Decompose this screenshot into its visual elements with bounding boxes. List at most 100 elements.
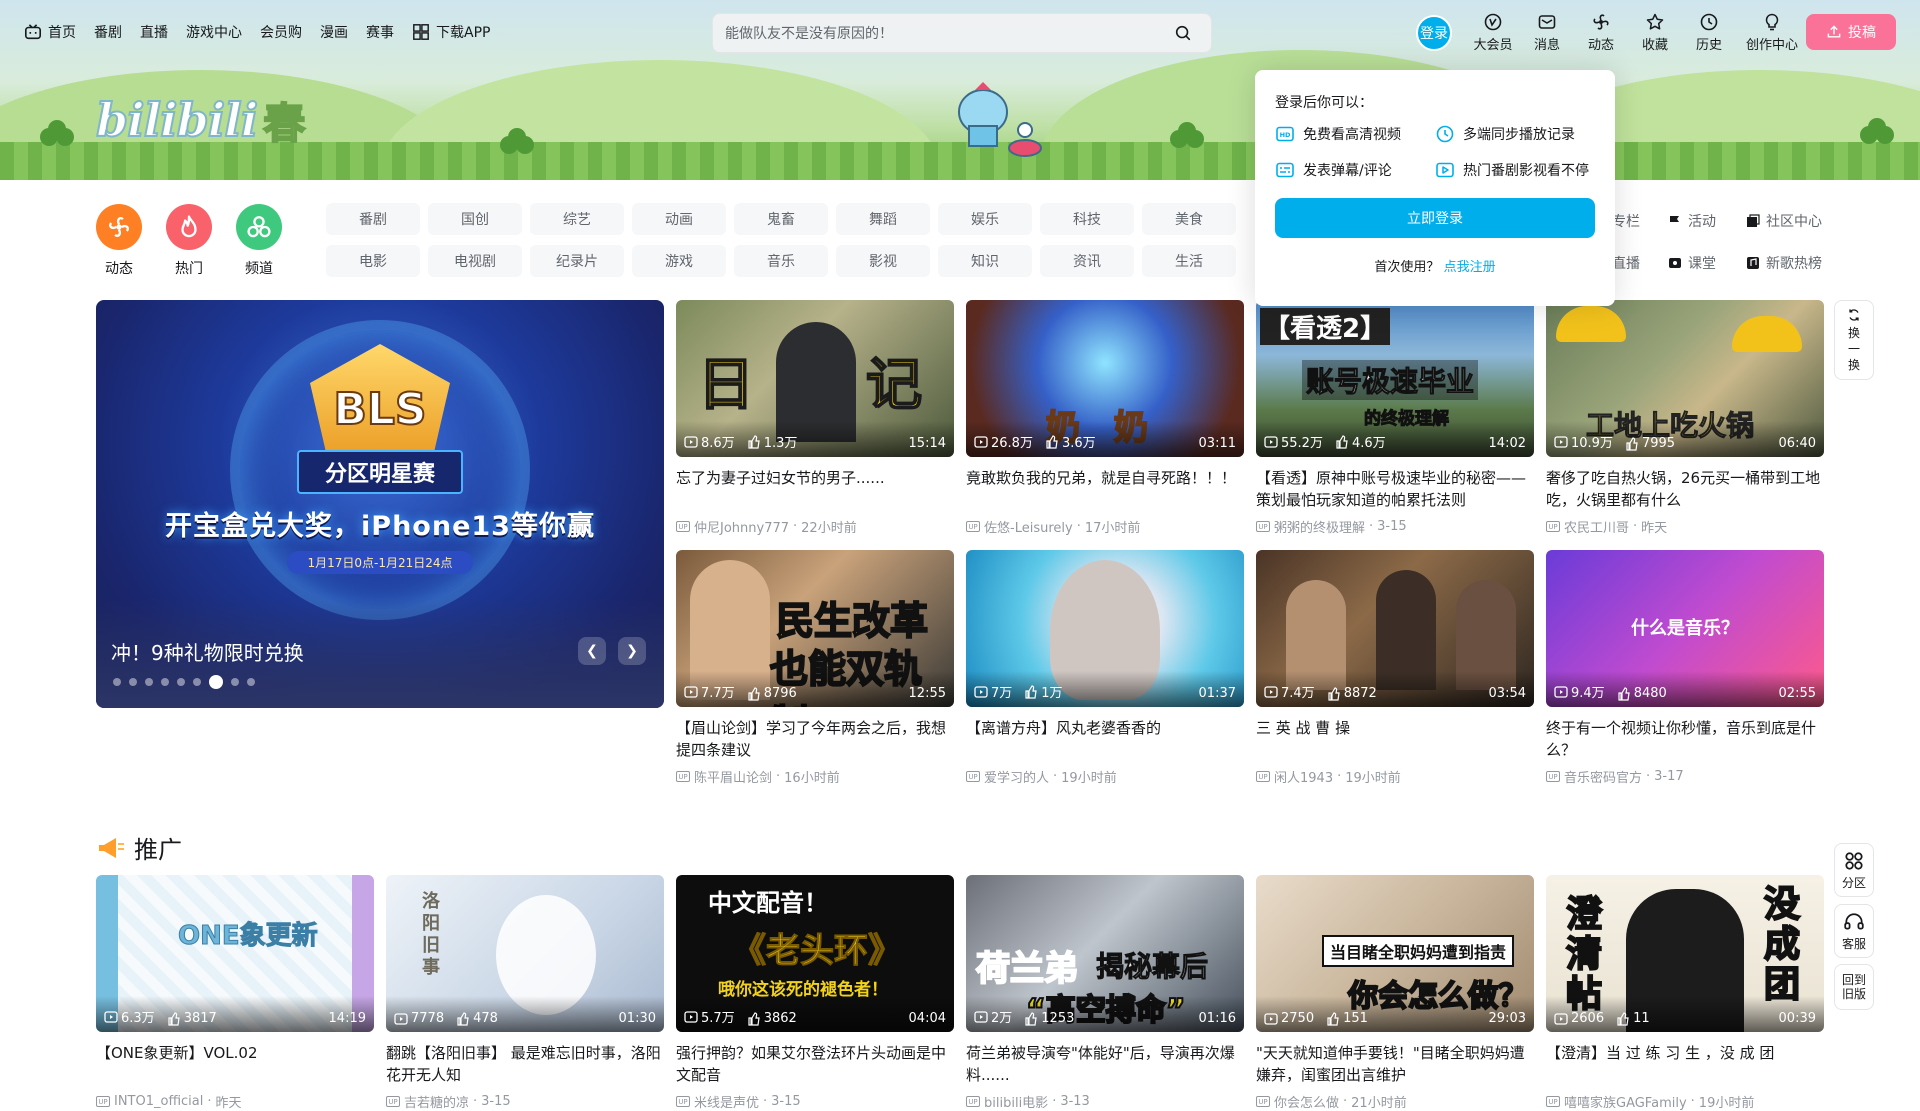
promo-card[interactable]: 荷兰弟 揭秘幕后 “高空搏命” 2万 1253 01:16 荷兰弟被导演夸"体能… xyxy=(966,875,1244,1111)
video-thumbnail[interactable]: 当目睹全职妈妈遭到指责 你会怎么做？ 2750 151 29:03 xyxy=(1256,875,1534,1032)
nav-history[interactable]: 历史 xyxy=(1682,12,1736,53)
video-author[interactable]: INTO1_official xyxy=(114,1094,203,1109)
video-thumbnail[interactable]: 荷兰弟 揭秘幕后 “高空搏命” 2万 1253 01:16 xyxy=(966,875,1244,1032)
video-author[interactable]: 闲人1943 xyxy=(1274,767,1333,786)
video-author[interactable]: 仲尼Johnny777 xyxy=(694,517,789,536)
nav-dynamic[interactable]: 动态 xyxy=(1574,12,1628,53)
carousel-next-button[interactable]: ❯ xyxy=(618,637,646,665)
video-title[interactable]: 奢侈了吃自热火锅，26元买一桶带到工地吃，火锅里都有什么 xyxy=(1546,467,1824,511)
video-thumbnail[interactable]: 奶 奶 26.8万 3.6万 03:11 xyxy=(966,300,1244,457)
video-thumbnail[interactable]: 【看透2】 账号极速毕业 的终极理解 55.2万 4.6万 14:02 xyxy=(1256,300,1534,457)
video-card[interactable]: 民生改革 也能双轨制 7.7万 8796 12:55 【眉山论剑】学习了今年两会… xyxy=(676,550,954,786)
nav-manga[interactable]: 漫画 xyxy=(320,22,348,42)
login-now-button[interactable]: 立即登录 xyxy=(1275,198,1595,238)
video-card[interactable]: 日 记 8.6万 1.3万 15:14 忘了为妻子过妇女节的男子...... U… xyxy=(676,300,954,536)
video-thumbnail[interactable]: 7万 1万 01:37 xyxy=(966,550,1244,707)
channel-chip[interactable]: 舞蹈 xyxy=(836,203,930,235)
carousel-dot[interactable] xyxy=(129,678,137,686)
video-author[interactable]: bilibili电影 xyxy=(984,1092,1048,1111)
video-card[interactable]: 奶 奶 26.8万 3.6万 03:11 竟敢欺负我的兄弟，就是自寻死路！！！ … xyxy=(966,300,1244,536)
channel-chip[interactable]: 科技 xyxy=(1040,203,1134,235)
channel-chip[interactable]: 资讯 xyxy=(1040,245,1134,277)
channel-chip[interactable]: 国创 xyxy=(428,203,522,235)
video-author[interactable]: 佐悠-Leisurely xyxy=(984,517,1073,536)
video-author[interactable]: 粥粥的终极理解 xyxy=(1274,517,1365,536)
video-card[interactable]: 工地上吃火锅 10.9万 7995 06:40 奢侈了吃自热火锅，26元买一桶带… xyxy=(1546,300,1824,536)
channel-chip[interactable]: 美食 xyxy=(1142,203,1236,235)
video-title[interactable]: 【离谱方舟】风丸老婆香香的 xyxy=(966,717,1244,761)
quick-channels[interactable]: 频道 xyxy=(236,204,282,278)
video-author[interactable]: 音乐密码官方 xyxy=(1564,767,1642,786)
video-card[interactable]: 7万 1万 01:37 【离谱方舟】风丸老婆香香的 UP 爱学习的人 · 19小时前 xyxy=(966,550,1244,786)
register-link[interactable]: 点我注册 xyxy=(1444,260,1496,275)
video-title[interactable]: 忘了为妻子过妇女节的男子...... xyxy=(676,467,954,511)
video-title[interactable]: 竟敢欺负我的兄弟，就是自寻死路！！！ xyxy=(966,467,1244,511)
banner-carousel[interactable]: BLS 分区明星赛 开宝盒兑大奖，iPhone13等你赢 1月17日0点-1月2… xyxy=(96,300,664,708)
video-title[interactable]: 【澄清】当 过 练 习 生 ，没 成 团 xyxy=(1546,1042,1824,1086)
video-title[interactable]: 强行押韵？如果艾尔登法环片头动画是中文配音 xyxy=(676,1042,954,1086)
channel-chip[interactable]: 综艺 xyxy=(530,203,624,235)
video-author[interactable]: 陈平眉山论剑 xyxy=(694,767,772,786)
channel-chip[interactable]: 电视剧 xyxy=(428,245,522,277)
promo-card[interactable]: ONE象更新 6.3万 3817 14:19 【ONE象更新】VOL.02 UP… xyxy=(96,875,374,1111)
search-button[interactable] xyxy=(1167,17,1199,49)
channel-chip[interactable]: 纪录片 xyxy=(530,245,624,277)
video-author[interactable]: 爱学习的人 xyxy=(984,767,1049,786)
post-button[interactable]: 投稿 xyxy=(1806,14,1896,50)
extra-column[interactable]: 专栏 xyxy=(1612,211,1640,231)
promo-card[interactable]: 洛阳旧事 7778 478 01:30 翻跳【洛阳旧事】 最是难忘旧时事，洛阳花… xyxy=(386,875,664,1111)
video-thumbnail[interactable]: ONE象更新 6.3万 3817 14:19 xyxy=(96,875,374,1032)
carousel-prev-button[interactable]: ❮ xyxy=(578,637,606,665)
nav-esports[interactable]: 赛事 xyxy=(366,22,394,42)
carousel-dot[interactable] xyxy=(113,678,121,686)
video-author[interactable]: 吉若糖的凉 xyxy=(404,1092,469,1111)
video-title[interactable]: 【眉山论剑】学习了今年两会之后，我想提四条建议 xyxy=(676,717,954,761)
bilibili-logo[interactable]: bilibili 春 xyxy=(95,92,306,149)
quick-hot[interactable]: 热门 xyxy=(166,204,212,278)
nav-live[interactable]: 直播 xyxy=(140,22,168,42)
old-version-button[interactable]: 回到旧版 xyxy=(1834,964,1874,1010)
carousel-dot[interactable] xyxy=(161,678,169,686)
extra-live[interactable]: 直播 xyxy=(1612,253,1640,273)
promo-card[interactable]: 中文配音！ 《老头环》 哦你这该死的褪色者！ 5.7万 3862 04:04 强… xyxy=(676,875,954,1111)
video-card[interactable]: 7.4万 8872 03:54 三 英 战 曹 操 UP 闲人1943 · 19小时前 xyxy=(1256,550,1534,786)
video-title[interactable]: 三 英 战 曹 操 xyxy=(1256,717,1534,761)
login-avatar[interactable]: 登录 xyxy=(1416,14,1452,51)
carousel-dot[interactable] xyxy=(231,678,239,686)
video-title[interactable]: 终于有一个视频让你秒懂，音乐到底是什么？ xyxy=(1546,717,1824,761)
video-title[interactable]: 荷兰弟被导演夸"体能好"后，导演再次爆料...... xyxy=(966,1042,1244,1086)
carousel-dot[interactable] xyxy=(247,678,255,686)
video-author[interactable]: 米线是声优 xyxy=(694,1092,759,1111)
channel-chip[interactable]: 音乐 xyxy=(734,245,828,277)
carousel-dot[interactable] xyxy=(145,678,153,686)
carousel-caption[interactable]: 冲！9种礼物限时兑换 xyxy=(111,637,304,666)
carousel-dot[interactable] xyxy=(177,678,185,686)
promo-card[interactable]: 澄清帖 没成团 2606 11 00:39 【澄清】当 过 练 习 生 ，没 成… xyxy=(1546,875,1824,1111)
extra-community[interactable]: 社区中心 xyxy=(1746,211,1822,231)
channel-chip[interactable]: 游戏 xyxy=(632,245,726,277)
quick-dynamic[interactable]: 动态 xyxy=(96,204,142,278)
video-card[interactable]: 【看透2】 账号极速毕业 的终极理解 55.2万 4.6万 14:02 【看透】… xyxy=(1256,300,1534,536)
refresh-button[interactable]: 换一换 xyxy=(1834,300,1874,380)
video-title[interactable]: 【看透】原神中账号极速毕业的秘密——策划最怕玩家知道的帕累托法则 xyxy=(1256,467,1534,511)
video-title[interactable]: "天天就知道伸手要钱！"目睹全职妈妈遭嫌弃，闺蜜团出言维护 xyxy=(1256,1042,1534,1086)
channel-chip[interactable]: 动画 xyxy=(632,203,726,235)
carousel-dot[interactable] xyxy=(193,678,201,686)
video-author[interactable]: 农民工川哥 xyxy=(1564,517,1629,536)
nav-bangumi[interactable]: 番剧 xyxy=(94,22,122,42)
extra-hot-songs[interactable]: 新歌热榜 xyxy=(1746,253,1822,273)
nav-mall[interactable]: 会员购 xyxy=(260,22,302,42)
extra-classroom[interactable]: 课堂 xyxy=(1668,253,1716,273)
nav-creator-center[interactable]: 创作中心 xyxy=(1736,12,1808,53)
search-input[interactable] xyxy=(725,25,1167,41)
carousel-dot-active[interactable] xyxy=(209,675,223,689)
video-author[interactable]: 嘻嘻家族GAGFamily xyxy=(1564,1092,1687,1111)
video-thumbnail[interactable]: 中文配音！ 《老头环》 哦你这该死的褪色者！ 5.7万 3862 04:04 xyxy=(676,875,954,1032)
promo-card[interactable]: 当目睹全职妈妈遭到指责 你会怎么做？ 2750 151 29:03 "天天就知道… xyxy=(1256,875,1534,1111)
channel-chip[interactable]: 娱乐 xyxy=(938,203,1032,235)
video-thumbnail[interactable]: 什么是音乐？ 9.4万 8480 02:55 xyxy=(1546,550,1824,707)
channel-chip[interactable]: 鬼畜 xyxy=(734,203,828,235)
channel-chip[interactable]: 电影 xyxy=(326,245,420,277)
video-thumbnail[interactable]: 7.4万 8872 03:54 xyxy=(1256,550,1534,707)
sections-button[interactable]: 分区 xyxy=(1834,843,1874,897)
